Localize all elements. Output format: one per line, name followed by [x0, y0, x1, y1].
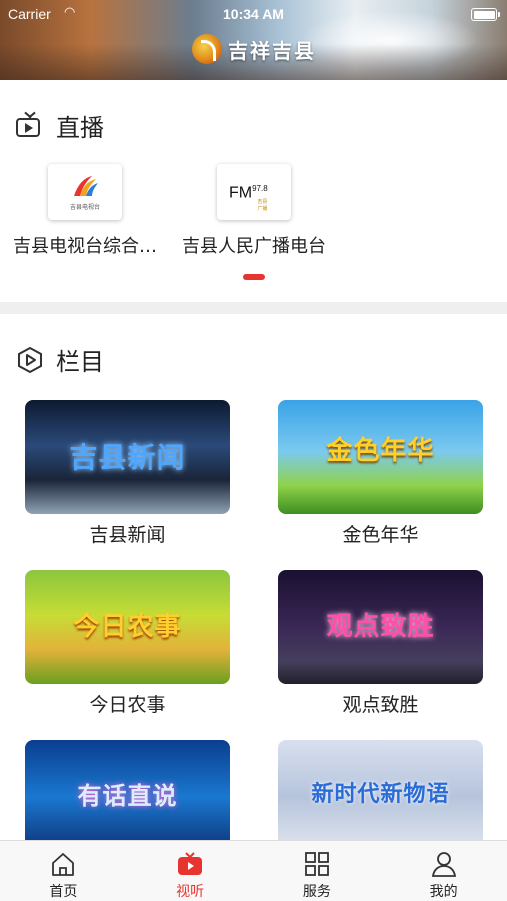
- program-thumbnail-title: 有话直说: [77, 781, 178, 810]
- user-icon: [431, 852, 456, 877]
- grid-icon: [304, 852, 329, 876]
- tv-play-icon: [178, 852, 203, 875]
- tab-label: 我的: [429, 884, 458, 900]
- programs-section-header: 栏目: [16, 342, 104, 377]
- tab-label: 首页: [49, 884, 78, 900]
- program-label: 金色年华: [342, 524, 419, 546]
- program-label: 吉县新闻: [89, 524, 166, 546]
- program-card[interactable]: 今日农事 今日农事: [25, 570, 230, 717]
- tv-icon: [16, 111, 44, 138]
- pager-indicator: [243, 274, 265, 280]
- status-bar: Carrier ◠ 10:34 AM: [0, 0, 507, 28]
- channel-jixian-radio[interactable]: FM97.8 吉县广播 吉县人民广播电台: [169, 164, 339, 258]
- tab-profile[interactable]: 我的: [380, 841, 507, 901]
- channel-name: 吉县人民广播电台: [182, 236, 326, 257]
- program-thumbnail: 新时代新物语: [278, 740, 483, 854]
- live-section-title: 直播: [56, 114, 104, 142]
- program-thumbnail-title: 观点致胜: [326, 612, 435, 642]
- program-label: 观点致胜: [342, 694, 419, 716]
- tab-media[interactable]: 视听: [127, 841, 254, 901]
- program-thumbnail: 观点致胜: [278, 570, 483, 684]
- program-card[interactable]: 观点致胜 观点致胜: [278, 570, 483, 717]
- program-thumbnail: 今日农事: [25, 570, 230, 684]
- tab-home[interactable]: 首页: [0, 841, 127, 901]
- status-time: 10:34 AM: [223, 6, 284, 22]
- tab-bar: 首页 视听 服务 我的: [0, 840, 507, 901]
- tab-label: 服务: [302, 884, 331, 900]
- channel-name: 吉县电视台综合…: [13, 236, 157, 257]
- hexagon-play-icon: [16, 346, 44, 374]
- program-label: 今日农事: [89, 694, 166, 716]
- program-card[interactable]: 新时代新物语: [278, 740, 483, 854]
- program-card[interactable]: 有话直说: [25, 740, 230, 854]
- tab-services[interactable]: 服务: [254, 841, 381, 901]
- brand-logo-icon: [192, 34, 222, 64]
- tv-station-logo-icon: [74, 176, 98, 196]
- tv-station-logo-text: 吉县电视台: [69, 204, 100, 211]
- tab-label: 视听: [176, 884, 205, 900]
- brand-name: 吉祥吉县: [228, 38, 316, 63]
- program-thumbnail-title: 金色年华: [326, 436, 435, 466]
- jixian-radio-logo: FM97.8 吉县广播: [217, 164, 291, 220]
- programs-section-title: 栏目: [56, 348, 104, 376]
- live-section-header: 直播: [16, 108, 104, 143]
- battery-icon: [471, 8, 500, 21]
- brand: 吉祥吉县: [192, 32, 316, 66]
- jixian-tv-logo: 吉县电视台: [48, 164, 122, 220]
- channel-jixian-tv[interactable]: 吉县电视台 吉县电视台综合…: [0, 164, 170, 258]
- program-thumbnail: 吉县新闻: [25, 400, 230, 514]
- program-thumbnail-title: 新时代新物语: [311, 781, 450, 807]
- header-banner: Carrier ◠ 10:34 AM 吉祥吉县: [0, 0, 507, 80]
- home-icon: [52, 853, 75, 876]
- program-thumbnail-title: 吉县新闻: [69, 441, 186, 474]
- program-card[interactable]: 吉县新闻 吉县新闻: [25, 400, 230, 547]
- program-card[interactable]: 金色年华 金色年华: [278, 400, 483, 547]
- program-thumbnail: 有话直说: [25, 740, 230, 854]
- fm-logo: FM97.8 吉县广播: [229, 184, 268, 212]
- program-thumbnail-title: 今日农事: [73, 612, 182, 642]
- section-divider: [0, 302, 507, 314]
- program-thumbnail: 金色年华: [278, 400, 483, 514]
